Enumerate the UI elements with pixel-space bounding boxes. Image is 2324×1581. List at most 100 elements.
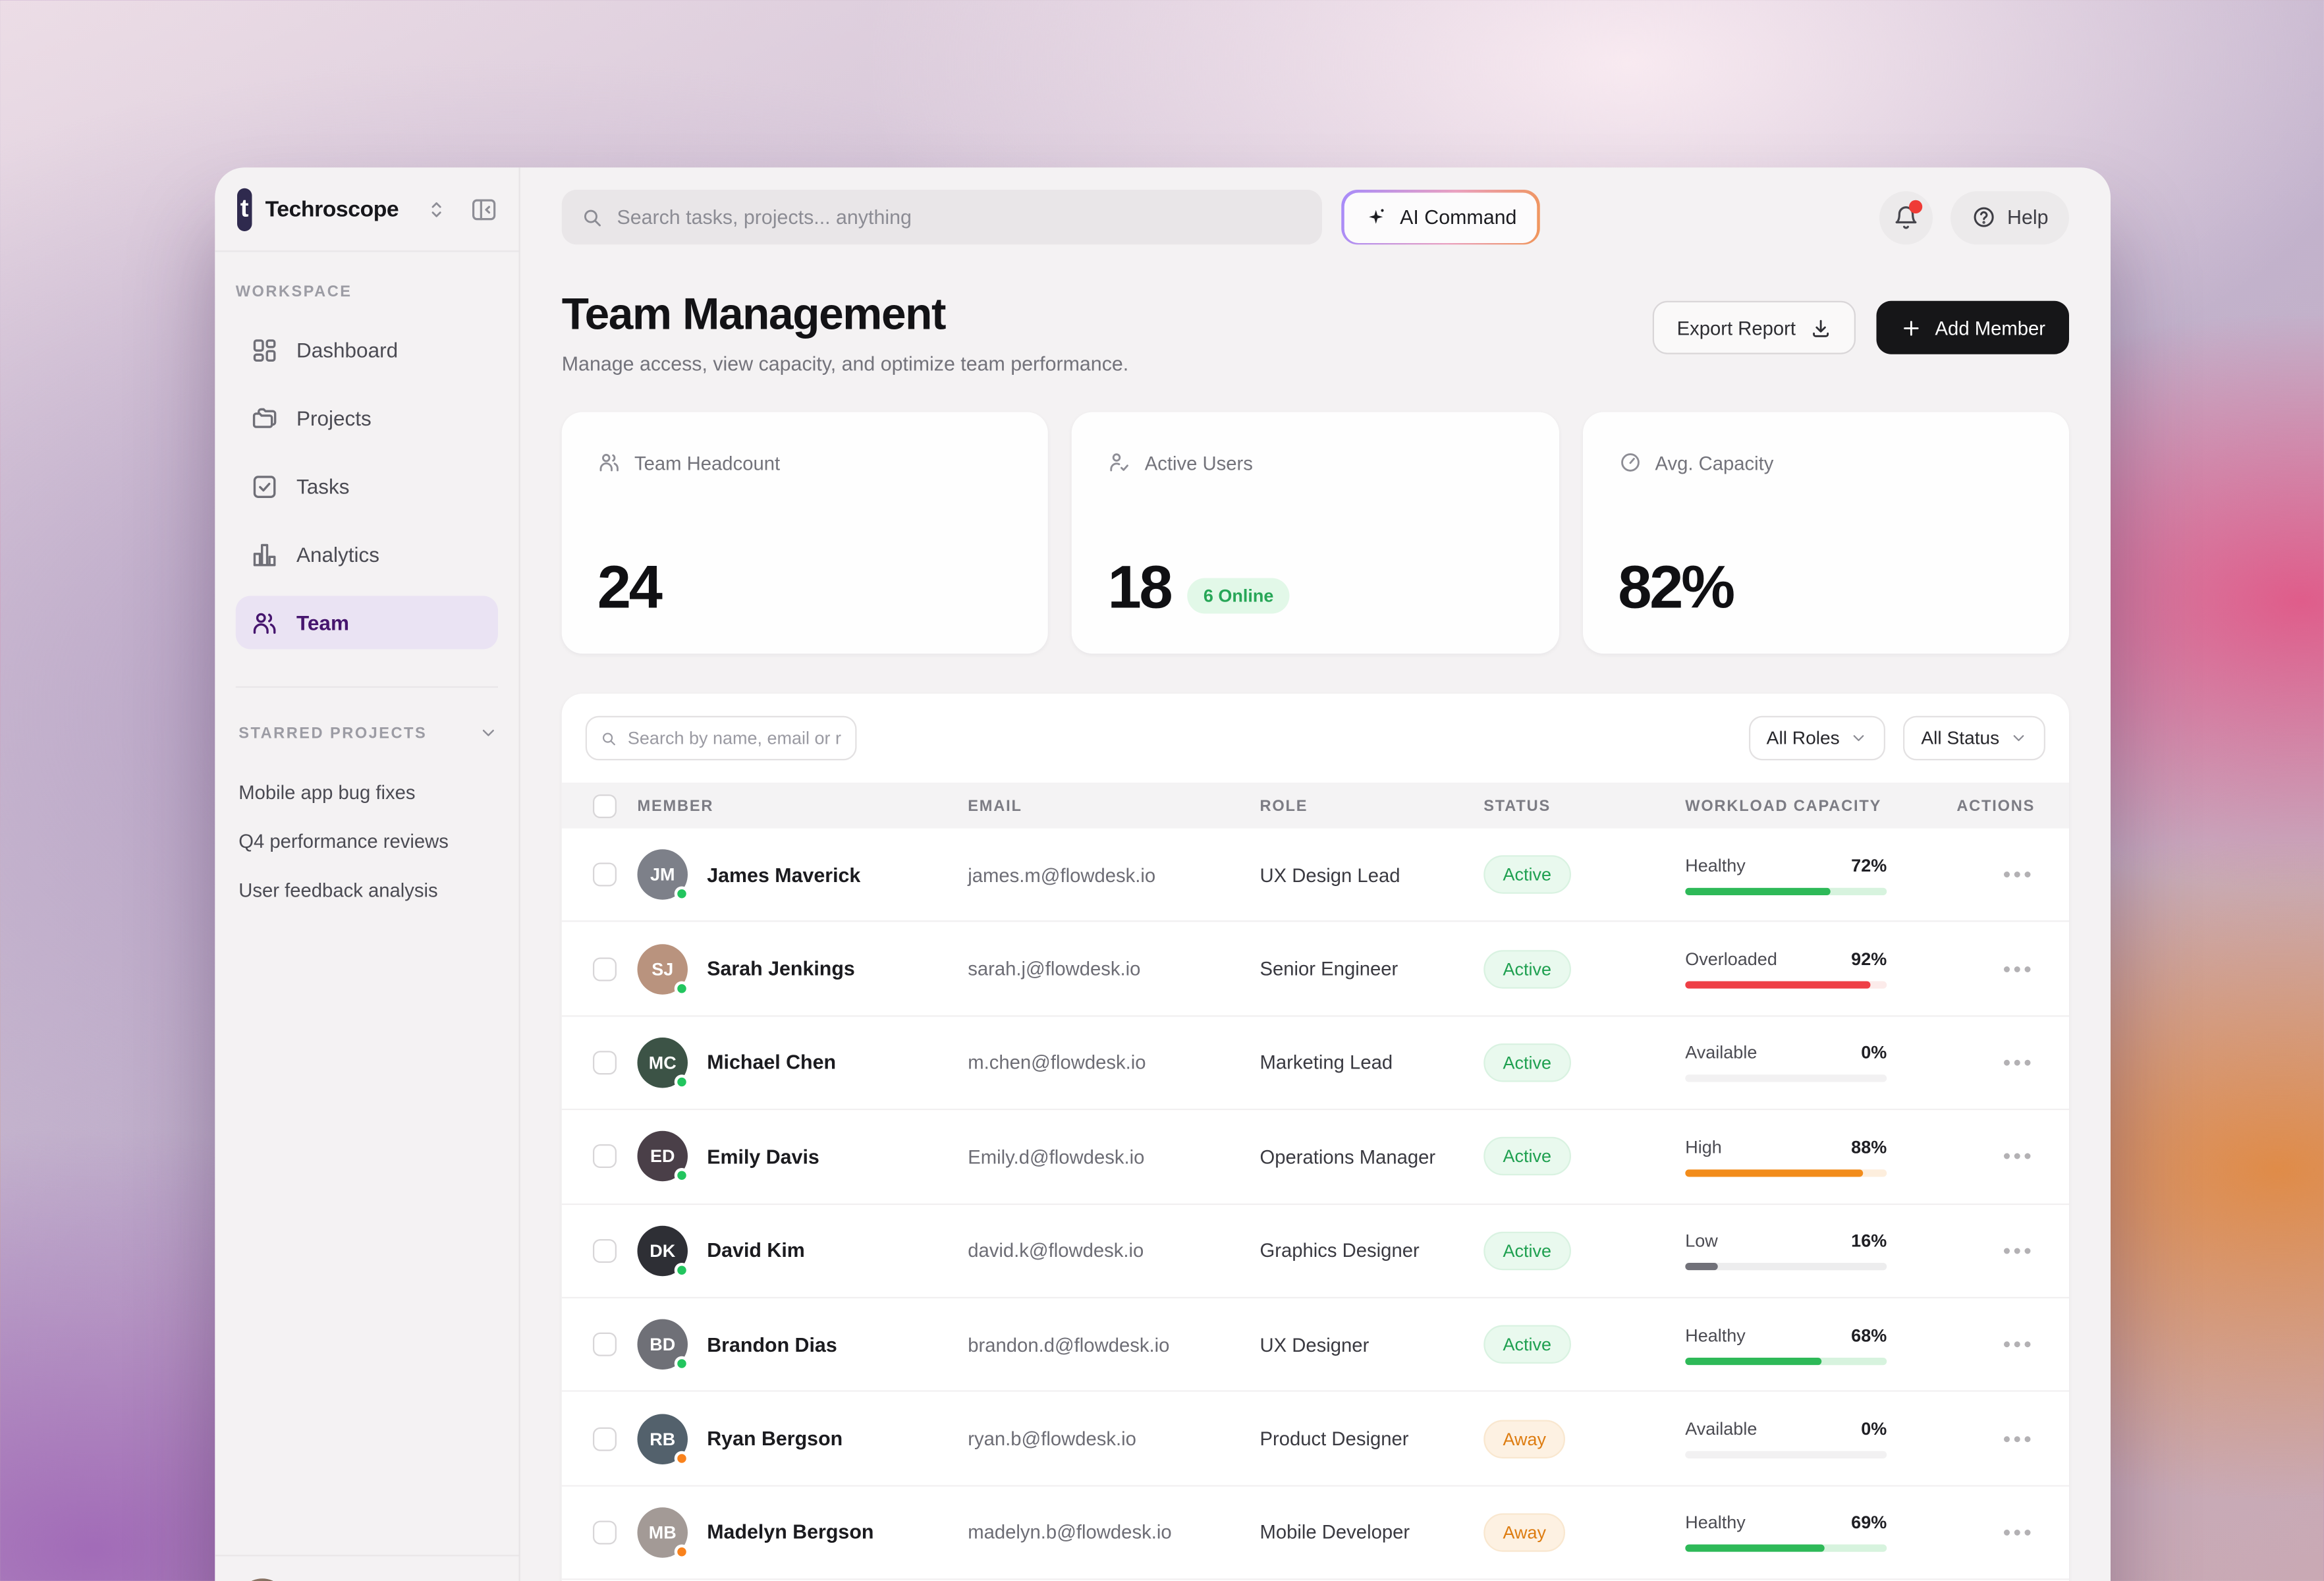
table-row[interactable]: MC Michael Chen m.chen@flowdesk.io Marke… (562, 1016, 2069, 1111)
roles-filter-value: All Roles (1767, 728, 1840, 749)
row-actions-menu[interactable] (1893, 1342, 2066, 1348)
workload-label: Healthy (1685, 855, 1746, 876)
workload-cell: Overloaded 92% (1685, 949, 1893, 989)
search-icon (581, 206, 603, 229)
stat-value: 24 (597, 557, 661, 618)
member-cell: MB Madelyn Bergson (638, 1507, 968, 1558)
avatar-initials: RB (650, 1428, 675, 1449)
row-actions-menu[interactable] (1893, 1153, 2066, 1159)
member-email: Emily.d@flowdesk.io (968, 1146, 1259, 1168)
tasks-icon (250, 472, 279, 501)
workload-label: Healthy (1685, 1325, 1746, 1346)
workload-percent: 0% (1861, 1043, 1887, 1064)
status-filter-dropdown[interactable]: All Status (1903, 716, 2045, 761)
row-checkbox[interactable] (593, 1333, 617, 1356)
chevrons-up-down-icon[interactable] (426, 198, 448, 220)
row-actions-menu[interactable] (1893, 1530, 2066, 1536)
member-name: James Maverick (707, 864, 860, 886)
user-check-icon (1107, 451, 1131, 474)
row-actions-menu[interactable] (1893, 1435, 2066, 1441)
table-row[interactable]: BD Brandon Dias brandon.d@flowdesk.io UX… (562, 1298, 2069, 1393)
roles-filter-dropdown[interactable]: All Roles (1749, 716, 1886, 761)
row-actions-menu[interactable] (1893, 1060, 2066, 1066)
table-search-input[interactable] (628, 728, 842, 749)
member-name: Sarah Jenkings (707, 958, 855, 980)
sidebar-item-label: Projects (296, 406, 372, 430)
presence-dot (675, 1074, 690, 1090)
starred-project-item[interactable]: Mobile app bug fixes (238, 768, 498, 817)
sidebar-item-projects[interactable]: Projects (236, 391, 498, 445)
global-search[interactable] (562, 190, 1322, 244)
help-button[interactable]: Help (1951, 190, 2069, 244)
status-badge: Active (1483, 1231, 1570, 1270)
sidebar-item-tasks[interactable]: Tasks (236, 460, 498, 513)
column-header-status: STATUS (1483, 796, 1685, 814)
workload-percent: 88% (1851, 1136, 1887, 1157)
row-checkbox[interactable] (593, 1145, 617, 1169)
member-cell: DK David Kim (638, 1225, 968, 1276)
status-cell: Active (1483, 1325, 1685, 1364)
row-actions-menu[interactable] (1893, 966, 2066, 972)
avatar-initials: BD (650, 1334, 675, 1355)
column-header-workload: WORKLOAD CAPACITY (1685, 796, 1893, 814)
status-filter-value: All Status (1921, 728, 1999, 749)
ai-command-button[interactable]: AI Command (1341, 190, 1539, 244)
sidebar-item-dashboard[interactable]: Dashboard (236, 323, 498, 377)
stat-label: Active Users (1145, 451, 1253, 474)
member-email: ryan.b@flowdesk.io (968, 1428, 1259, 1450)
sidebar-item-analytics[interactable]: Analytics (236, 528, 498, 581)
row-checkbox[interactable] (593, 957, 617, 981)
current-user-card[interactable]: MD Mike Daniels Product Manager (215, 1555, 518, 1581)
chevron-down-icon[interactable] (479, 723, 498, 742)
table-row[interactable]: RB Ryan Bergson ryan.b@flowdesk.io Produ… (562, 1393, 2069, 1487)
presence-dot (675, 1544, 690, 1559)
row-actions-menu[interactable] (1893, 872, 2066, 877)
workload-cell: Low 16% (1685, 1231, 1893, 1271)
notifications-bell-icon[interactable] (1880, 190, 1933, 244)
online-count-badge: 6 Online (1187, 578, 1290, 614)
stat-label: Team Headcount (634, 451, 780, 474)
table-row[interactable]: JM James Maverick james.m@flowdesk.io UX… (562, 829, 2069, 923)
row-actions-menu[interactable] (1893, 1248, 2066, 1254)
workspace-switcher[interactable]: t Techroscope (215, 167, 518, 252)
add-member-button[interactable]: Add Member (1876, 301, 2069, 354)
avatar-initials: MC (649, 1052, 677, 1073)
table-search[interactable] (586, 716, 857, 761)
row-checkbox[interactable] (593, 1427, 617, 1451)
row-checkbox[interactable] (593, 863, 617, 887)
status-badge: Away (1483, 1513, 1565, 1552)
table-row[interactable]: SJ Sarah Jenkings sarah.j@flowdesk.io Se… (562, 922, 2069, 1016)
workload-bar (1685, 1545, 1887, 1552)
status-cell: Active (1483, 949, 1685, 988)
row-checkbox[interactable] (593, 1520, 617, 1544)
workload-label: Overloaded (1685, 949, 1777, 970)
add-member-label: Add Member (1935, 316, 2045, 339)
select-all-checkbox[interactable] (593, 794, 617, 818)
sidebar-item-team[interactable]: Team (236, 596, 498, 650)
workload-bar-fill (1685, 1545, 1824, 1552)
starred-project-item[interactable]: Q4 performance reviews (238, 817, 498, 866)
stat-label: Avg. Capacity (1655, 451, 1773, 474)
status-cell: Active (1483, 856, 1685, 895)
sidebar-collapse-icon[interactable] (470, 195, 498, 223)
stat-card-headcount: Team Headcount 24 (562, 412, 1049, 654)
workload-label: Low (1685, 1231, 1718, 1252)
member-cell: BD Brandon Dias (638, 1319, 968, 1370)
row-checkbox[interactable] (593, 1238, 617, 1262)
member-role: Graphics Designer (1260, 1240, 1484, 1262)
workload-cell: Healthy 72% (1685, 855, 1893, 895)
table-row[interactable]: MB Madelyn Bergson madelyn.b@flowdesk.io… (562, 1486, 2069, 1580)
row-checkbox[interactable] (593, 1051, 617, 1074)
table-row[interactable]: DK David Kim david.k@flowdesk.io Graphic… (562, 1204, 2069, 1298)
member-cell: SJ Sarah Jenkings (638, 943, 968, 994)
starred-project-item[interactable]: User feedback analysis (238, 866, 498, 914)
table-row[interactable]: ED Emily Davis Emily.d@flowdesk.io Opera… (562, 1111, 2069, 1205)
avatar-initials: ED (650, 1146, 675, 1167)
export-report-button[interactable]: Export Report (1653, 301, 1855, 354)
workload-cell: Healthy 69% (1685, 1512, 1893, 1553)
ellipsis-icon (2004, 1435, 2010, 1441)
global-search-input[interactable] (617, 206, 1302, 229)
page-title: Team Management (562, 291, 1128, 341)
team-icon (250, 609, 279, 637)
help-label: Help (2007, 206, 2048, 229)
